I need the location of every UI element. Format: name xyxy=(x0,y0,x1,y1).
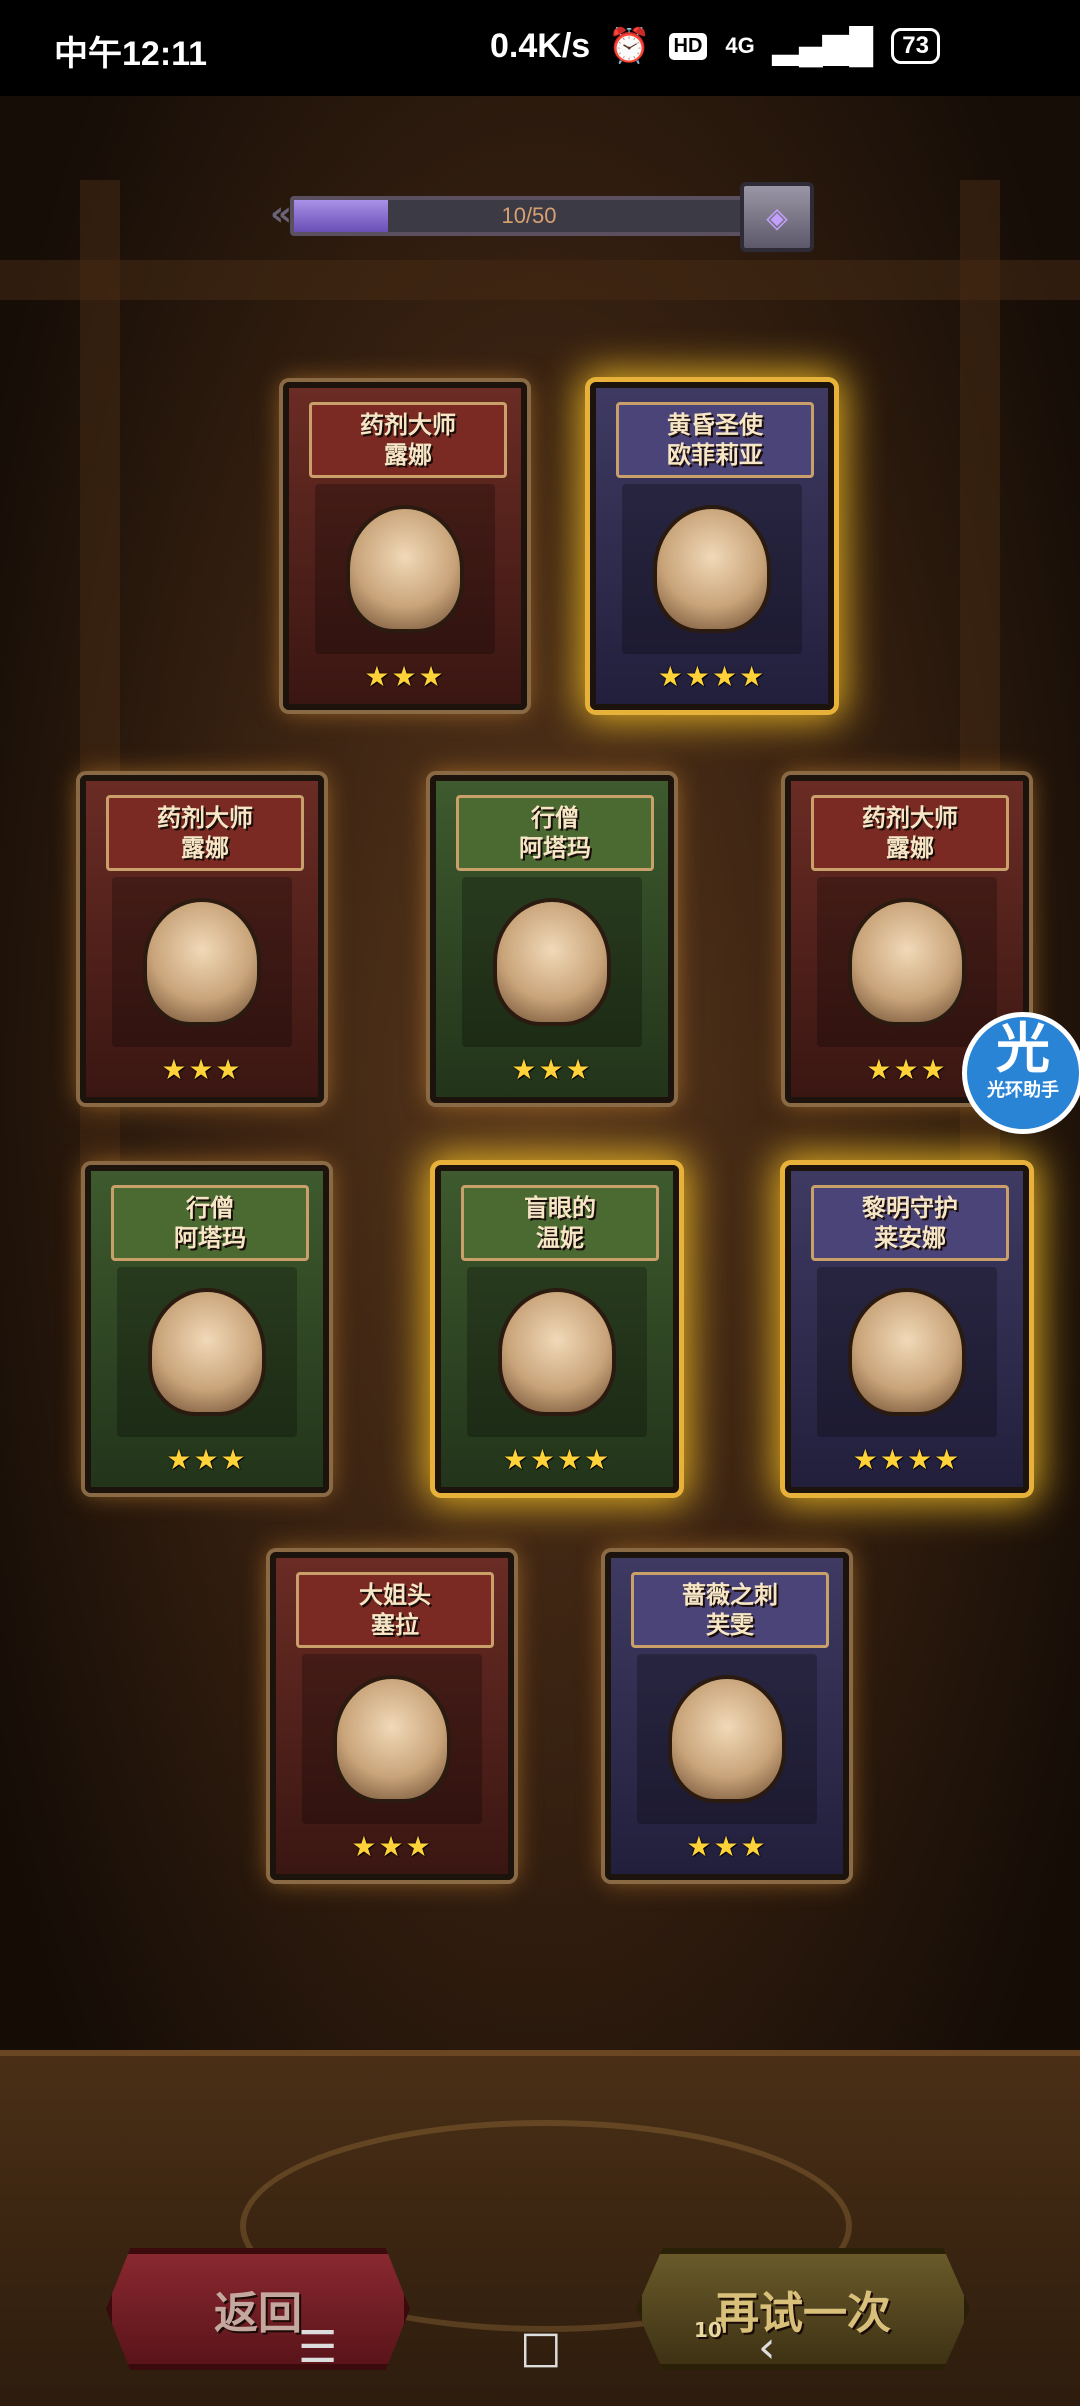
hd-icon: HD xyxy=(668,32,708,60)
card-title-line2: 露娜 xyxy=(181,834,229,862)
back-nav-icon[interactable]: ‹ xyxy=(758,2322,776,2373)
hero-portrait xyxy=(848,1288,966,1416)
card-title: 药剂大师 露娜 xyxy=(106,795,304,871)
card-art xyxy=(315,484,495,654)
card-title-line2: 温妮 xyxy=(536,1224,584,1252)
card-title: 蔷薇之刺 芙雯 xyxy=(631,1572,829,1648)
system-nav-bar: ☰ □ ‹ xyxy=(0,2300,1080,2400)
card-title-line1: 行僧 xyxy=(186,1194,234,1222)
status-bar: 中午12:11 0.4K/s ⏰ HD 4G ▂▄▆█ 73 xyxy=(0,0,1080,96)
hero-card[interactable]: 盲眼的 温妮 ★★★★ xyxy=(435,1165,679,1493)
hero-portrait xyxy=(498,1288,616,1416)
star-rating: ★★★ xyxy=(351,1830,433,1863)
status-icons: 0.4K/s ⏰ HD 4G ▂▄▆█ 73 xyxy=(490,26,940,66)
hero-portrait xyxy=(148,1288,266,1416)
hero-card[interactable]: 药剂大师 露娜 ★★★ xyxy=(80,775,324,1103)
card-title: 黎明守护 莱安娜 xyxy=(811,1185,1009,1261)
network-type: 4G xyxy=(725,33,755,58)
star-rating: ★★★ xyxy=(364,660,446,693)
card-title-line2: 露娜 xyxy=(384,441,432,469)
hero-card[interactable]: 药剂大师 露娜 ★★★ xyxy=(283,382,527,710)
battery-icon: 73 xyxy=(891,28,940,64)
assistant-label: 光环助手 xyxy=(987,1080,1059,1100)
card-title-line1: 行僧 xyxy=(531,804,579,832)
card-art xyxy=(817,1267,997,1437)
assistant-icon: 光 xyxy=(996,1019,1050,1079)
card-title: 盲眼的 温妮 xyxy=(461,1185,659,1261)
network-speed: 0.4K/s xyxy=(490,26,591,65)
card-title-line1: 药剂大师 xyxy=(862,804,958,832)
card-title-line1: 盲眼的 xyxy=(524,1194,596,1222)
star-rating: ★★★ xyxy=(166,1443,248,1476)
card-title-line2: 芙雯 xyxy=(706,1611,754,1639)
hero-card[interactable]: 行僧 阿塔玛 ★★★ xyxy=(430,775,674,1103)
card-title-line1: 大姐头 xyxy=(359,1581,431,1609)
hero-card[interactable]: 大姐头 塞拉 ★★★ xyxy=(270,1552,514,1880)
star-rating: ★★★★ xyxy=(657,660,767,693)
hero-card[interactable]: 黄昏圣使 欧菲莉亚 ★★★★ xyxy=(590,382,834,710)
hero-portrait xyxy=(346,505,464,633)
card-title-line1: 黎明守护 xyxy=(862,1194,958,1222)
card-title: 行僧 阿塔玛 xyxy=(456,795,654,871)
card-title-line1: 黄昏圣使 xyxy=(667,411,763,439)
alarm-icon: ⏰ xyxy=(608,27,651,65)
hero-portrait xyxy=(668,1675,786,1803)
progress-track: 10/50 xyxy=(290,196,768,236)
card-title-line2: 阿塔玛 xyxy=(519,834,591,862)
card-title-line2: 塞拉 xyxy=(371,1611,419,1639)
reward-chest-icon[interactable]: ◈ xyxy=(740,182,814,252)
star-rating: ★★★★ xyxy=(852,1443,962,1476)
card-title-line2: 露娜 xyxy=(886,834,934,862)
hero-portrait xyxy=(493,898,611,1026)
card-art xyxy=(302,1654,482,1824)
card-art xyxy=(637,1654,817,1824)
assistant-float-button[interactable]: 光 光环助手 xyxy=(962,1012,1080,1134)
card-art xyxy=(462,877,642,1047)
hero-card[interactable]: 黎明守护 莱安娜 ★★★★ xyxy=(785,1165,1029,1493)
chevron-left-icon: « xyxy=(270,194,292,234)
hero-portrait xyxy=(653,505,771,633)
progress-bar: « 10/50 ◈ xyxy=(270,182,814,252)
card-title: 大姐头 塞拉 xyxy=(296,1572,494,1648)
card-title: 药剂大师 露娜 xyxy=(309,402,507,478)
card-art xyxy=(112,877,292,1047)
card-title-line2: 莱安娜 xyxy=(874,1224,946,1252)
hero-portrait xyxy=(143,898,261,1026)
card-title-line2: 欧菲莉亚 xyxy=(667,441,763,469)
hero-card[interactable]: 行僧 阿塔玛 ★★★ xyxy=(85,1165,329,1493)
hero-card[interactable]: 蔷薇之刺 芙雯 ★★★ xyxy=(605,1552,849,1880)
card-art xyxy=(467,1267,647,1437)
card-title-line2: 阿塔玛 xyxy=(174,1224,246,1252)
card-title: 药剂大师 露娜 xyxy=(811,795,1009,871)
card-title-line1: 蔷薇之刺 xyxy=(682,1581,778,1609)
card-art xyxy=(117,1267,297,1437)
home-icon[interactable]: □ xyxy=(520,2322,562,2373)
star-rating: ★★★★ xyxy=(502,1443,612,1476)
menu-icon[interactable]: ☰ xyxy=(298,2322,337,2373)
progress-label: 10/50 xyxy=(501,203,557,228)
card-title: 行僧 阿塔玛 xyxy=(111,1185,309,1261)
card-title-line1: 药剂大师 xyxy=(157,804,253,832)
hero-portrait xyxy=(848,898,966,1026)
card-title-line1: 药剂大师 xyxy=(360,411,456,439)
star-rating: ★★★ xyxy=(511,1053,593,1086)
signal-icon: ▂▄▆█ xyxy=(772,27,874,65)
status-time: 中午12:11 xyxy=(54,35,208,73)
card-art xyxy=(622,484,802,654)
card-title: 黄昏圣使 欧菲莉亚 xyxy=(616,402,814,478)
hero-portrait xyxy=(333,1675,451,1803)
star-rating: ★★★ xyxy=(161,1053,243,1086)
star-rating: ★★★ xyxy=(686,1830,768,1863)
